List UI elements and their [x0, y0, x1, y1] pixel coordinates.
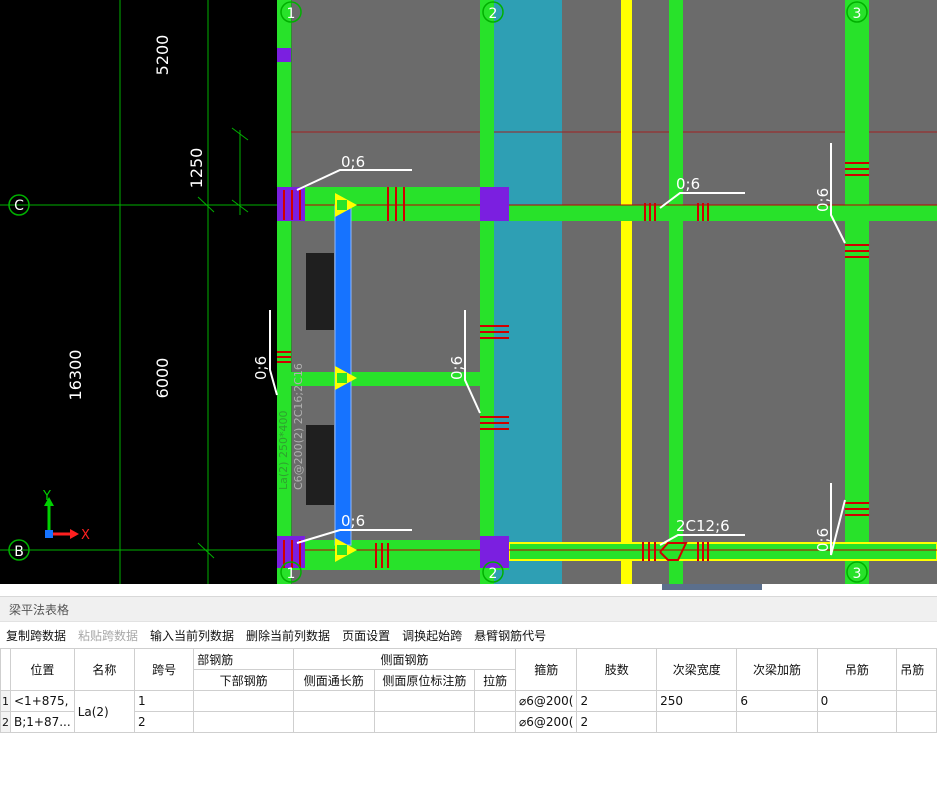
cell-side-through[interactable] [292, 711, 375, 733]
dimension-5200: 5200 [153, 35, 172, 76]
ucs-icon: Y X [42, 489, 90, 543]
row-number: 2 [0, 711, 11, 733]
slab-opening [306, 253, 334, 330]
header-bottom-group[interactable]: 部钢筋 [193, 648, 294, 670]
rebar-label: 0;6 [252, 356, 270, 380]
beam-table: 位置 名称 跨号 部钢筋 侧面钢筋 箍筋 肢数 次梁宽度 次梁加筋 吊筋 吊筋 … [0, 648, 937, 733]
axis-label-c: C [14, 198, 24, 214]
dimension-16300: 16300 [66, 350, 85, 401]
cell-side-original[interactable] [373, 690, 476, 712]
cantilever-rebar-code-button[interactable]: 悬臂钢筋代号 [474, 626, 546, 646]
cell-secondary-beam-add[interactable] [736, 711, 818, 733]
rebar-label: 0;6 [814, 188, 832, 212]
copy-span-data-button[interactable]: 复制跨数据 [6, 626, 66, 646]
svg-text:Y: Y [42, 489, 51, 504]
cell-hanger-2[interactable] [896, 690, 937, 712]
header-tie[interactable]: 拉筋 [474, 669, 516, 691]
cell-bottom-rebar[interactable] [193, 690, 294, 712]
rebar-label: 0;6 [676, 175, 700, 193]
cell-hanger[interactable] [816, 711, 898, 733]
axis-label-3-bottom: 3 [853, 566, 862, 582]
highlight-band [494, 0, 562, 584]
paste-span-data-button[interactable]: 粘贴跨数据 [78, 626, 138, 646]
cell-position[interactable]: <1+875, [10, 690, 75, 712]
cad-drawing-canvas[interactable]: 1 2 3 1 2 3 C B 5200 1250 6000 16300 0;6… [0, 0, 937, 584]
header-stirrup[interactable]: 箍筋 [514, 648, 578, 691]
table-row[interactable]: 1 <1+875, La(2) 1 ⌀6@200( 2 250 6 0 [0, 690, 937, 733]
header-legs[interactable]: 肢数 [576, 648, 658, 691]
beam-annotation-name: La(2) 250*400 [277, 411, 290, 490]
cell-span[interactable]: 1 [134, 690, 195, 712]
header-name[interactable]: 名称 [73, 648, 136, 691]
axis-label-b: B [14, 544, 24, 560]
row-number: 1 [0, 690, 11, 712]
svg-text:X: X [81, 528, 90, 543]
table-row[interactable]: 2 B;1+87... 2 ⌀6@200( 2 [0, 711, 937, 733]
delete-current-column-button[interactable]: 删除当前列数据 [246, 626, 330, 646]
header-span[interactable]: 跨号 [134, 648, 195, 691]
beam-annotation-rebar: C6@200(2) 2C16;2C16 [292, 363, 305, 490]
cell-stirrup[interactable]: ⌀6@200( [514, 711, 578, 733]
header-secondary-beam-add[interactable]: 次梁加筋 [736, 648, 818, 691]
slab-area [277, 0, 937, 584]
header-side-group[interactable]: 侧面钢筋 [292, 648, 517, 670]
rebar-label: 0;6 [448, 356, 466, 380]
cell-legs[interactable]: 2 [576, 690, 658, 712]
dimension-1250: 1250 [187, 148, 206, 189]
header-secondary-beam-width[interactable]: 次梁宽度 [656, 648, 738, 691]
axis-label-3-top: 3 [853, 6, 862, 22]
cell-position[interactable]: B;1+87... [10, 711, 75, 733]
cell-secondary-beam-width[interactable] [656, 711, 738, 733]
cell-tie[interactable] [474, 690, 516, 712]
cell-hanger-2[interactable] [896, 711, 937, 733]
rebar-label: 0;6 [341, 512, 365, 530]
cell-tie[interactable] [474, 711, 516, 733]
header-side-original[interactable]: 侧面原位标注筋 [373, 669, 476, 691]
cell-secondary-beam-width[interactable]: 250 [656, 690, 738, 712]
panel-splitter-handle[interactable] [662, 584, 762, 590]
axis-label-2-bottom: 2 [489, 566, 498, 582]
cell-secondary-beam-add[interactable]: 6 [736, 690, 818, 712]
axis-label-1-bottom: 1 [287, 566, 296, 582]
input-current-column-button[interactable]: 输入当前列数据 [150, 626, 234, 646]
cell-side-through[interactable] [292, 690, 375, 712]
slab-opening [306, 425, 334, 505]
page-setup-button[interactable]: 页面设置 [342, 626, 390, 646]
cell-name[interactable]: La(2) [73, 690, 136, 733]
panel-title: 梁平法表格 [0, 596, 937, 622]
table-toolbar: 复制跨数据 粘贴跨数据 输入当前列数据 删除当前列数据 页面设置 调换起始跨 悬… [0, 626, 552, 646]
cell-span[interactable]: 2 [134, 711, 195, 733]
hanger-label: 2C12;6 [676, 517, 730, 535]
axis-label-2-top: 2 [489, 6, 498, 22]
rebar-label: 0;6 [814, 528, 832, 552]
yellow-beam [621, 0, 632, 584]
axis-label-1-top: 1 [287, 6, 296, 22]
dimension-lines [0, 0, 277, 584]
cell-hanger[interactable]: 0 [816, 690, 898, 712]
cell-side-original[interactable] [373, 711, 476, 733]
cell-legs[interactable]: 2 [576, 711, 658, 733]
row-header-corner [0, 648, 11, 691]
header-position[interactable]: 位置 [10, 648, 75, 691]
header-hanger-2[interactable]: 吊筋 [896, 648, 937, 691]
cell-bottom-rebar[interactable] [193, 711, 294, 733]
dimension-6000: 6000 [153, 358, 172, 399]
rebar-label: 0;6 [341, 153, 365, 171]
swap-start-span-button[interactable]: 调换起始跨 [402, 626, 462, 646]
header-side-through[interactable]: 侧面通长筋 [292, 669, 375, 691]
header-hanger[interactable]: 吊筋 [816, 648, 898, 691]
header-bottom-rebar[interactable]: 下部钢筋 [193, 669, 294, 691]
cell-stirrup[interactable]: ⌀6@200( [514, 690, 578, 712]
beam-table-panel: 梁平法表格 复制跨数据 粘贴跨数据 输入当前列数据 删除当前列数据 页面设置 调… [0, 584, 937, 790]
